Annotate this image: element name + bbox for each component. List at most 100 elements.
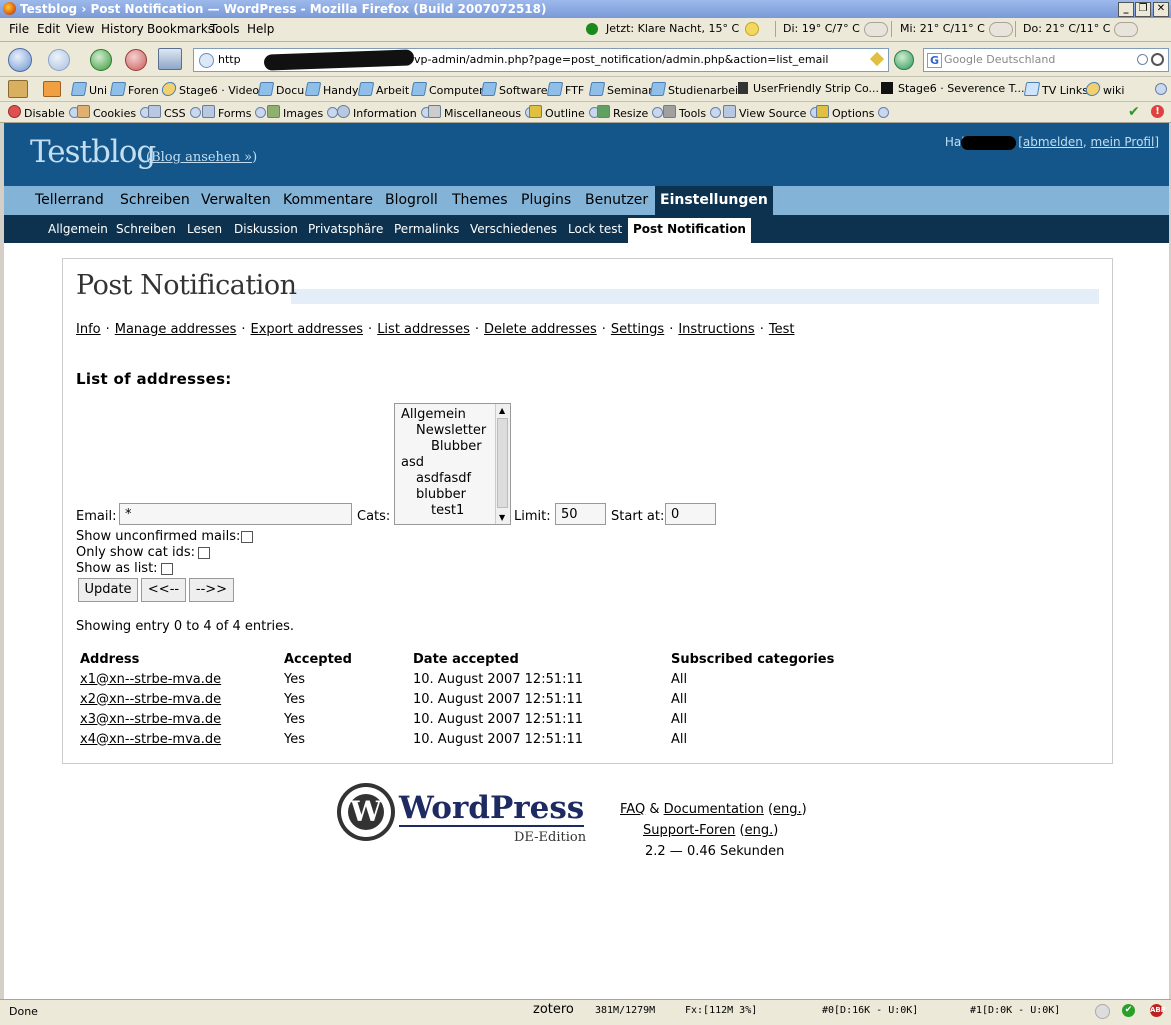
- wd-css[interactable]: CSS: [148, 105, 201, 120]
- profile-link[interactable]: mein Profil: [1091, 135, 1155, 149]
- minimize-button[interactable]: _: [1118, 2, 1134, 17]
- logout-link[interactable]: abmelden: [1023, 135, 1083, 149]
- nav-manage-addresses[interactable]: Manage addresses: [115, 322, 237, 337]
- bookmark-stage6-videos[interactable]: Stage6 · Videos: [160, 82, 265, 97]
- bookmark-docu[interactable]: Docu: [257, 82, 304, 97]
- address-link[interactable]: x3@xn--strbe-mva.de: [80, 712, 221, 727]
- address-link[interactable]: x2@xn--strbe-mva.de: [80, 692, 221, 707]
- bookmark-ftf[interactable]: FTF: [546, 82, 584, 97]
- bookmark-wiki[interactable]: wiki: [1084, 82, 1124, 97]
- wd-tools[interactable]: Tools: [663, 105, 722, 120]
- menu-tools[interactable]: Tools: [210, 22, 240, 36]
- go-icon[interactable]: [894, 50, 914, 70]
- search-engine-icon[interactable]: [1137, 54, 1148, 65]
- menu-view[interactable]: View: [66, 22, 94, 36]
- submenu-lesen[interactable]: Lesen: [182, 215, 227, 243]
- update-button[interactable]: Update: [78, 578, 138, 602]
- url-bar[interactable]: http vp-admin/admin.php?page=post_notifi…: [193, 48, 889, 72]
- menu-blogroll[interactable]: Blogroll: [380, 186, 443, 215]
- menu-file[interactable]: File: [9, 22, 29, 36]
- wd-resize[interactable]: Resize: [597, 105, 664, 120]
- home-icon[interactable]: [158, 48, 182, 70]
- menu-tellerrand[interactable]: Tellerrand: [30, 186, 109, 215]
- menu-benutzer[interactable]: Benutzer: [580, 186, 653, 215]
- bookmark-tv-links[interactable]: TV Links: [1023, 82, 1088, 97]
- limit-field[interactable]: 50: [555, 503, 606, 525]
- cat-option[interactable]: Blubber: [431, 439, 482, 454]
- wd-options[interactable]: Options: [816, 105, 890, 120]
- wd-view-source[interactable]: View Source: [723, 105, 822, 120]
- bookmarks-icon[interactable]: [8, 80, 28, 98]
- prev-button[interactable]: <<--: [141, 578, 186, 602]
- bookmark-arbeit[interactable]: Arbeit: [357, 82, 409, 97]
- bookmark-computer[interactable]: Computer: [410, 82, 484, 97]
- nav-instructions[interactable]: Instructions: [678, 322, 754, 337]
- wd-miscellaneous[interactable]: Miscellaneous: [428, 105, 537, 120]
- menu-plugins[interactable]: Plugins: [516, 186, 576, 215]
- adblock-icon[interactable]: ABP: [1150, 1004, 1166, 1017]
- nav-list-addresses[interactable]: List addresses: [377, 322, 470, 337]
- select-scrollbar[interactable]: ▲ ▼: [495, 404, 510, 524]
- scroll-thumb[interactable]: [497, 418, 508, 508]
- bookmark-uni[interactable]: Uni: [70, 82, 107, 97]
- bookmark-software[interactable]: Software: [480, 82, 548, 97]
- bookmark-stage6-severence[interactable]: Stage6 · Severence T...: [881, 82, 1025, 95]
- zotero-icon[interactable]: zotero: [533, 1002, 574, 1017]
- submenu-privatsphaere[interactable]: Privatsphäre: [303, 215, 388, 243]
- submenu-lock-test[interactable]: Lock test: [563, 215, 627, 243]
- search-box[interactable]: G Google Deutschland: [923, 48, 1169, 72]
- restore-button[interactable]: ❐: [1135, 2, 1151, 17]
- download-icon[interactable]: [43, 81, 61, 97]
- wd-images[interactable]: Images: [267, 105, 339, 120]
- menu-bookmarks[interactable]: Bookmarks: [147, 22, 214, 36]
- submenu-allgemein[interactable]: Allgemein: [43, 215, 113, 243]
- eng-link[interactable]: eng.: [773, 802, 802, 817]
- menu-themes[interactable]: Themes: [447, 186, 513, 215]
- google-icon[interactable]: G: [927, 53, 942, 68]
- nav-test[interactable]: Test: [769, 322, 795, 337]
- nav-export-addresses[interactable]: Export addresses: [251, 322, 364, 337]
- cat-option[interactable]: Allgemein: [401, 407, 466, 422]
- bookmark-star-icon[interactable]: [869, 51, 885, 67]
- cat-option[interactable]: asdfasdf: [416, 471, 471, 486]
- check-icon[interactable]: ✔: [1128, 104, 1140, 120]
- catids-checkbox[interactable]: [198, 547, 210, 559]
- chevron-more-icon[interactable]: [1155, 83, 1167, 95]
- nav-settings[interactable]: Settings: [611, 322, 664, 337]
- scroll-up-icon[interactable]: ▲: [499, 406, 505, 415]
- weather-do[interactable]: Do: 21° C/11° C: [1023, 17, 1139, 38]
- wd-outline[interactable]: Outline: [529, 105, 600, 120]
- documentation-link[interactable]: Documentation: [664, 802, 764, 817]
- aslist-checkbox[interactable]: [161, 563, 173, 575]
- submenu-post-notification[interactable]: Post Notification: [628, 218, 751, 243]
- submenu-schreiben[interactable]: Schreiben: [111, 215, 181, 243]
- view-blog-link[interactable]: Blog ansehen »: [151, 150, 252, 165]
- cat-option[interactable]: asd: [401, 455, 424, 470]
- bookmark-foren[interactable]: Foren: [109, 82, 159, 97]
- wd-information[interactable]: Information: [337, 105, 432, 120]
- menu-history[interactable]: History: [101, 22, 144, 36]
- eng-link[interactable]: eng.: [745, 823, 774, 838]
- cat-option[interactable]: blubber: [416, 487, 466, 502]
- bookmark-studienarbeit[interactable]: Studienarbeit: [649, 82, 742, 97]
- menu-help[interactable]: Help: [247, 22, 274, 36]
- scroll-down-icon[interactable]: ▼: [499, 513, 505, 522]
- nav-delete-addresses[interactable]: Delete addresses: [484, 322, 597, 337]
- unconfirmed-checkbox[interactable]: [241, 531, 253, 543]
- sync-icon[interactable]: [1095, 1004, 1110, 1019]
- nav-info[interactable]: Info: [76, 322, 101, 337]
- bookmark-userfriendly[interactable]: UserFriendly Strip Co...: [738, 82, 879, 95]
- address-link[interactable]: x4@xn--strbe-mva.de: [80, 732, 221, 747]
- email-field[interactable]: *: [119, 503, 352, 525]
- menu-einstellungen[interactable]: Einstellungen: [655, 186, 773, 215]
- start-field[interactable]: 0: [665, 503, 716, 525]
- forward-icon[interactable]: [48, 49, 70, 71]
- submenu-permalinks[interactable]: Permalinks: [389, 215, 464, 243]
- wd-forms[interactable]: Forms: [202, 105, 267, 120]
- menu-kommentare[interactable]: Kommentare: [278, 186, 378, 215]
- wd-cookies[interactable]: Cookies: [77, 105, 152, 120]
- categories-select[interactable]: Allgemein Newsletter Blubber asd asdfasd…: [394, 403, 511, 525]
- bookmark-seminar[interactable]: Seminar: [588, 82, 653, 97]
- next-button[interactable]: -->>: [189, 578, 234, 602]
- error-icon[interactable]: !: [1151, 105, 1164, 118]
